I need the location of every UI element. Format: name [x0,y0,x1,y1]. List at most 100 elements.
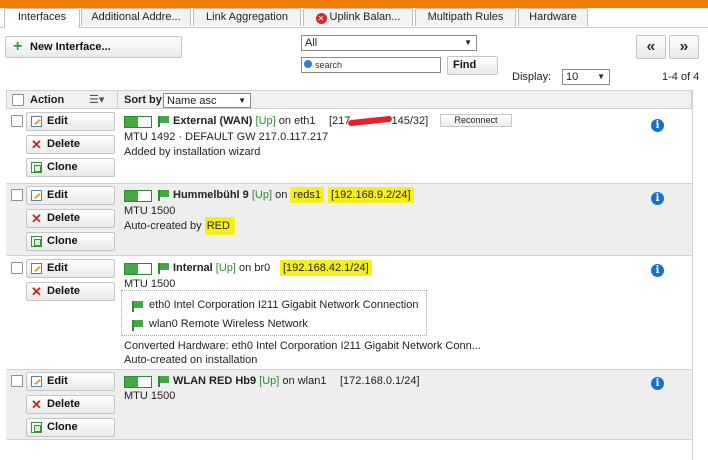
result-count: 1-4 of 4 [662,71,700,83]
flag-icon [158,116,170,127]
new-interface-button[interactable]: + New Interface... [5,36,182,58]
edit-icon [31,190,42,201]
interface-status: [Up] [255,115,276,127]
interface-status: [Up] [259,375,280,387]
clone-label: Clone [47,161,78,173]
clone-icon [31,236,42,247]
edit-button[interactable]: Edit [26,259,115,278]
top-accent-bar [0,0,708,8]
delete-button[interactable]: ✕ Delete [26,282,115,301]
row-checkbox[interactable] [11,262,23,274]
delete-icon: ✕ [31,211,42,226]
table-row: Edit ✕ Delete Clone Hummelbühl 9 [Up] on … [6,184,692,256]
prev-page-button[interactable]: « [636,35,666,59]
sort-select[interactable]: Name asc ▼ [163,93,251,108]
hardware-list: eth0 Intel Corporation I211 Gigabit Netw… [121,290,427,336]
find-button[interactable]: Find [447,56,498,75]
row-checkbox[interactable] [11,189,23,201]
flag-icon [132,320,144,331]
tab-additional-addresses[interactable]: Additional Addre... [81,8,191,26]
header-divider [117,91,118,108]
tab-link-aggregation[interactable]: Link Aggregation [193,8,301,26]
delete-icon: ✕ [31,137,42,152]
tab-bar: Interfaces Additional Addre... Link Aggr… [0,8,708,28]
delete-icon: ✕ [31,397,42,412]
flag-icon [132,301,144,312]
clone-icon [31,422,42,433]
interface-device: reds1 [290,187,324,203]
flag-icon [158,190,170,201]
tab-uplink-balancing[interactable]: ✕ Uplink Balan... [303,8,413,26]
interface-title: Internal [Up] on br0 [173,262,270,274]
select-all-checkbox[interactable] [12,94,24,106]
interface-title: External (WAN) [Up] on eth1 [173,115,315,127]
tab-label: Hardware [529,11,577,23]
delete-label: Delete [47,138,81,150]
tab-label: Link Aggregation [206,11,288,23]
interface-device: on wlan1 [282,375,327,387]
interface-address: [172.168.0.1/24] [340,375,420,387]
delete-label: Delete [47,398,81,410]
edit-button[interactable]: Edit [26,112,115,131]
display-select[interactable]: 10 ▼ [562,69,610,85]
table-right-border [692,90,693,460]
edit-label: Edit [47,262,68,274]
search-input[interactable]: search [301,57,441,73]
edit-label: Edit [47,189,68,201]
row-checkbox[interactable] [11,375,23,387]
interface-details: MTU 1500 [124,278,176,290]
tab-label: Additional Addre... [91,11,181,23]
interface-name: External (WAN) [173,115,253,127]
reconnect-button[interactable]: Reconnect [440,114,512,127]
edit-button[interactable]: Edit [26,372,115,391]
interface-toggle[interactable] [124,190,152,202]
clone-icon [31,162,42,173]
info-icon[interactable]: i [651,377,664,390]
interface-toggle[interactable] [124,116,152,128]
prev-label: « [646,38,656,55]
info-icon[interactable]: i [651,192,664,205]
tab-multipath-rules[interactable]: Multipath Rules [415,8,516,26]
display-value: 10 [566,71,579,83]
delete-label: Delete [47,212,81,224]
info-icon[interactable]: i [651,119,664,132]
interface-toggle[interactable] [124,263,152,275]
edit-label: Edit [47,375,68,387]
table-row: Edit ✕ Delete Clone WLAN RED Hb9 [Up] on … [6,370,692,440]
filter-select[interactable]: All ▼ [301,35,477,51]
interface-title: WLAN RED Hb9 [Up] on wlan1 [173,375,326,387]
interface-details: MTU 1500 [124,205,176,217]
hardware-item: eth0 Intel Corporation I211 Gigabit Netw… [149,299,419,311]
row-checkbox[interactable] [11,115,23,127]
interface-details: MTU 1500 [124,390,176,402]
hardware-item: wlan0 Remote Wireless Network [149,318,308,330]
clone-button[interactable]: Clone [26,232,115,251]
column-menu-icon[interactable]: ☰▾ [89,93,104,106]
edit-icon [31,376,42,387]
clone-button[interactable]: Clone [26,158,115,177]
delete-button[interactable]: ✕ Delete [26,135,115,154]
edit-label: Edit [47,115,68,127]
delete-button[interactable]: ✕ Delete [26,395,115,414]
filter-value: All [305,37,318,49]
tab-interfaces[interactable]: Interfaces [4,8,80,28]
delete-button[interactable]: ✕ Delete [26,209,115,228]
next-page-button[interactable]: » [669,35,699,59]
flag-icon [158,263,170,274]
search-icon [304,60,312,68]
interface-note: Added by installation wizard [124,146,261,158]
interface-name: WLAN RED Hb9 [173,375,257,387]
interface-status: [Up] [215,262,236,274]
plus-icon: + [13,38,23,55]
flag-icon [158,376,170,387]
interface-toggle[interactable] [124,376,152,388]
interface-address: [192.168.42.1/24] [280,260,372,276]
edit-button[interactable]: Edit [26,186,115,205]
clone-button[interactable]: Clone [26,418,115,437]
tab-label: Uplink Balan... [329,11,401,23]
info-icon[interactable]: i [651,264,664,277]
interface-address: [192.168.9.2/24] [328,187,414,203]
interface-name: Internal [173,262,213,274]
tab-hardware[interactable]: Hardware [518,8,588,26]
table-header: Action ☰▾ Sort by: [6,90,692,109]
